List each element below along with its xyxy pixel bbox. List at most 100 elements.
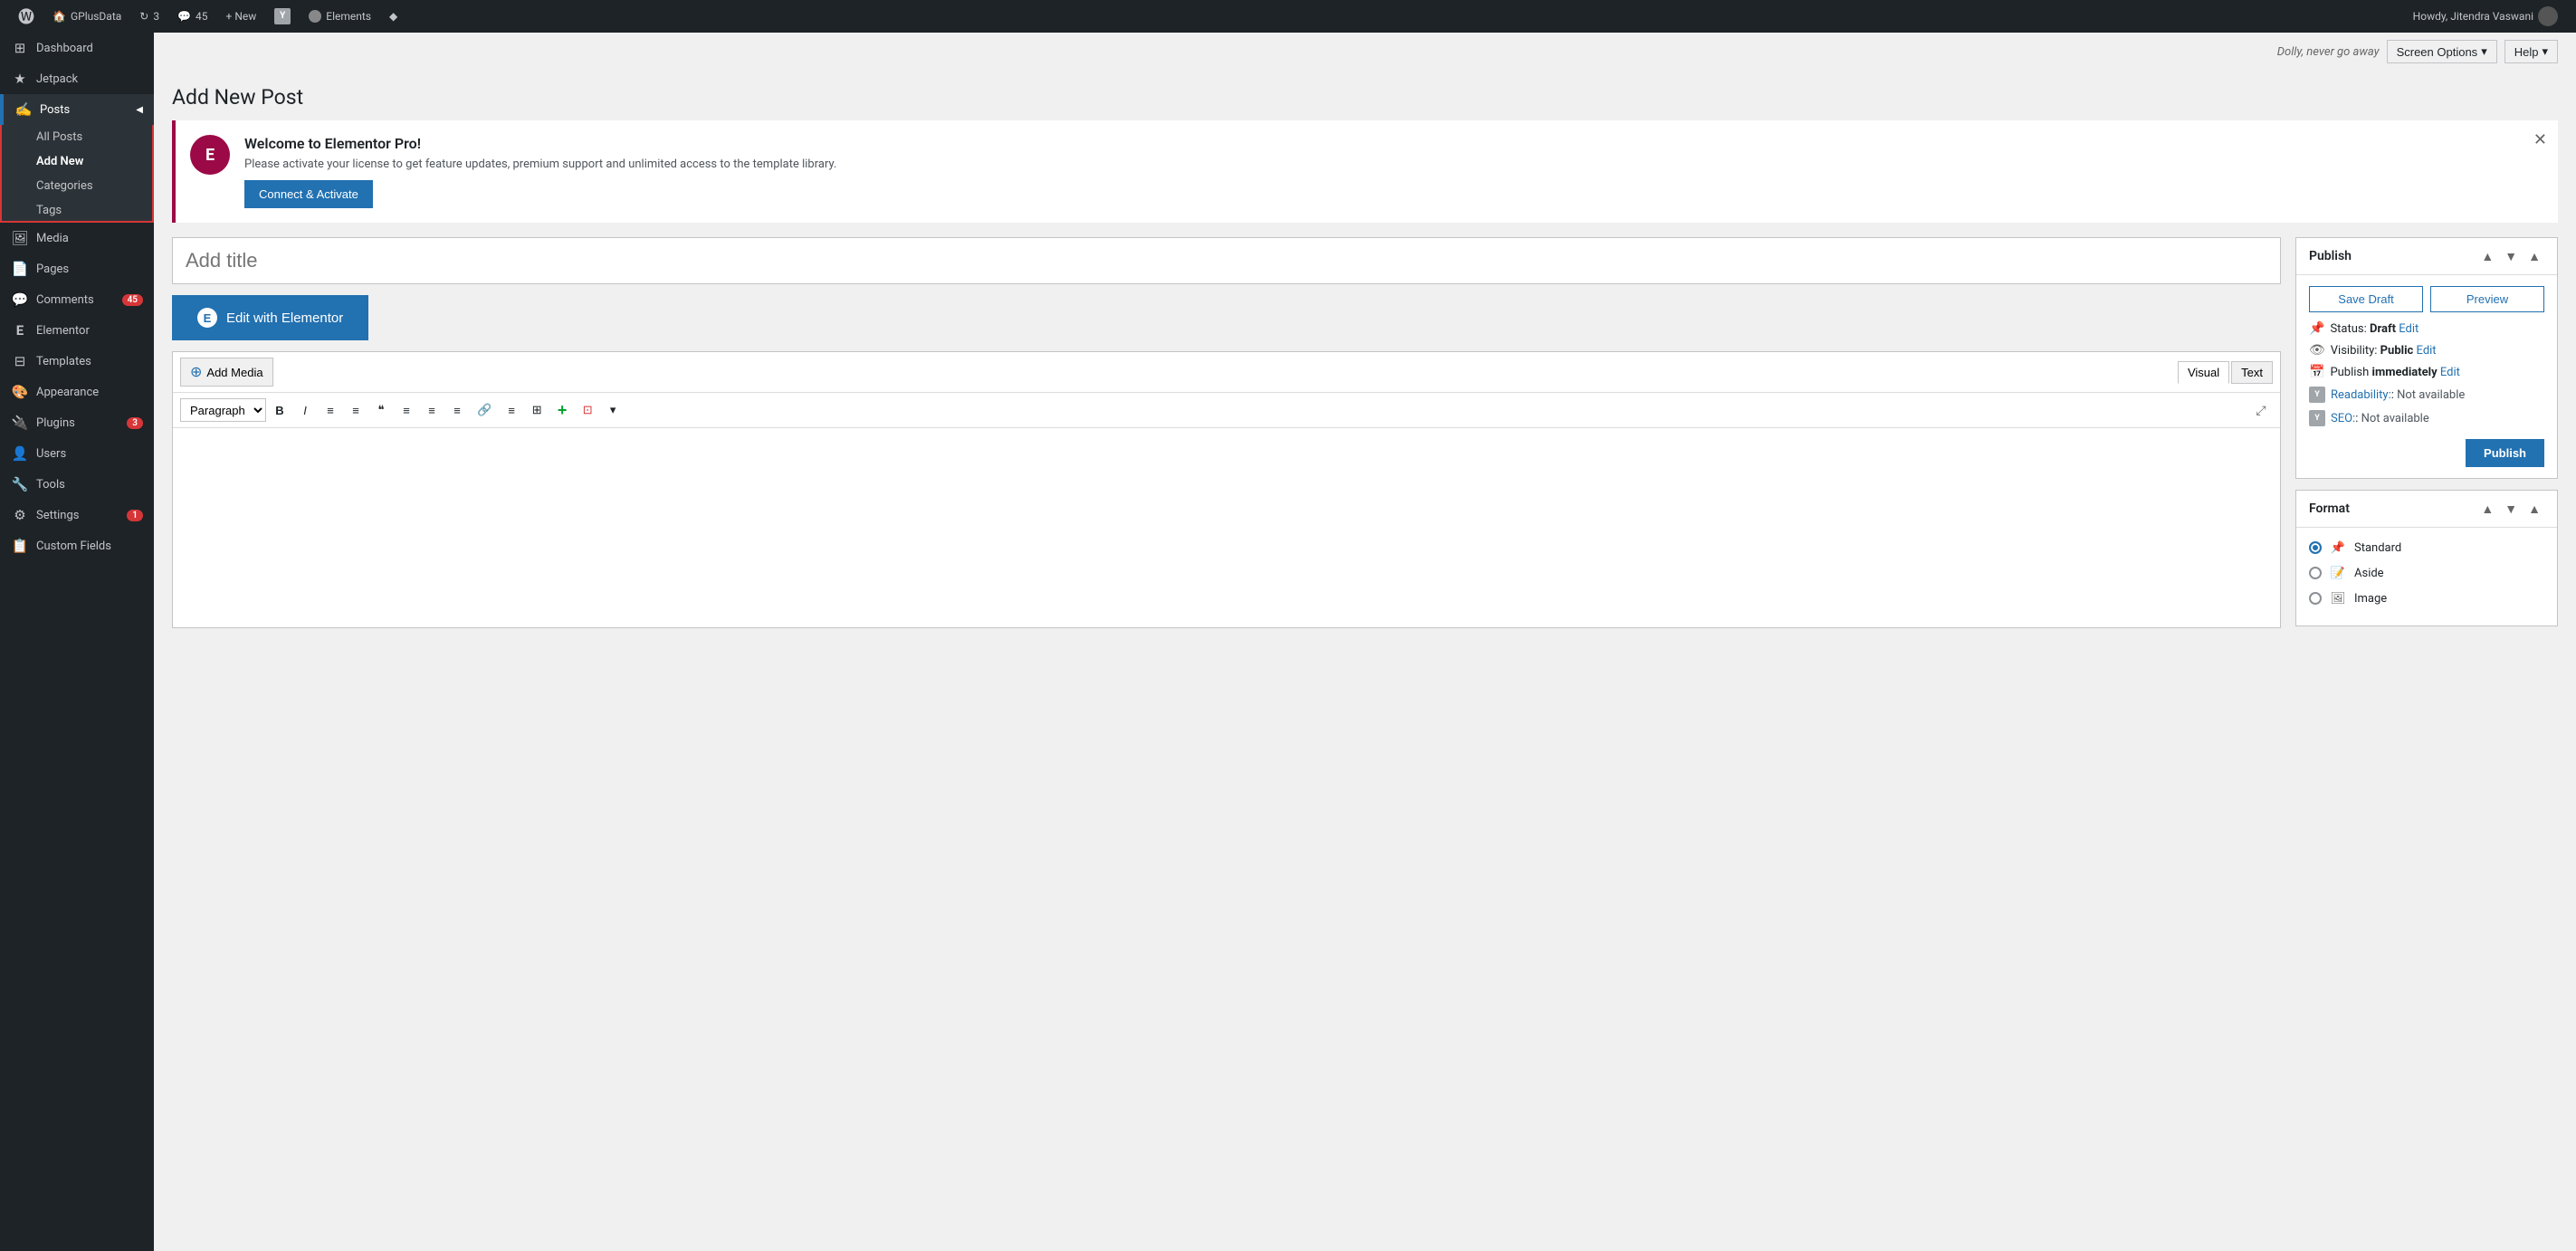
sidebar-item-templates[interactable]: ⊟ Templates bbox=[0, 346, 154, 377]
italic-button[interactable]: I bbox=[293, 398, 317, 422]
elementor-btn-icon: E bbox=[197, 308, 217, 328]
sidebar-item-media[interactable]: 🖼 Media bbox=[0, 223, 154, 253]
editor-body[interactable] bbox=[173, 428, 2280, 627]
sidebar-item-appearance[interactable]: 🎨 Appearance bbox=[0, 377, 154, 407]
ordered-list-button[interactable]: ≡ bbox=[344, 398, 367, 422]
blockquote-button[interactable]: ❝ bbox=[369, 398, 393, 422]
bold-button[interactable]: B bbox=[268, 398, 291, 422]
sidebar-item-elementor[interactable]: E Elementor bbox=[0, 315, 154, 346]
preview-button[interactable]: Preview bbox=[2430, 286, 2544, 312]
format-radio-standard[interactable] bbox=[2309, 541, 2322, 554]
more-options-button[interactable]: ▾ bbox=[601, 398, 625, 422]
categories-label: Categories bbox=[36, 179, 93, 193]
main-wrap: ⊞ Dashboard ★ Jetpack ✍ Posts ◀ All Post… bbox=[0, 33, 2576, 1251]
align-center-button[interactable]: ≡ bbox=[420, 398, 444, 422]
sidebar-item-categories[interactable]: Categories bbox=[0, 174, 154, 198]
fullscreen-button[interactable]: ⤢ bbox=[2249, 398, 2273, 422]
post-title-input[interactable] bbox=[172, 237, 2281, 284]
sidebar-item-tags[interactable]: Tags bbox=[0, 198, 154, 223]
format-option-aside[interactable]: 📝 Aside bbox=[2309, 564, 2544, 582]
user-greeting[interactable]: Howdy, Jitendra Vaswani bbox=[2406, 0, 2565, 33]
comments-button[interactable]: 💬 45 bbox=[170, 0, 215, 33]
publish-panel-collapse-up[interactable]: ▲ bbox=[2477, 247, 2497, 265]
wp-logo-button[interactable]: 🅦 bbox=[11, 0, 42, 33]
new-content-button[interactable]: + New bbox=[219, 0, 264, 33]
format-radio-image[interactable] bbox=[2309, 592, 2322, 605]
edit-elementor-label: Edit with Elementor bbox=[226, 310, 343, 326]
format-panel-close[interactable]: ▲ bbox=[2524, 500, 2544, 518]
publish-button[interactable]: Publish bbox=[2466, 439, 2544, 467]
format-option-standard[interactable]: 📌 Standard bbox=[2309, 539, 2544, 557]
help-chevron-icon: ▾ bbox=[2542, 44, 2548, 59]
format-button[interactable]: ⊡ bbox=[576, 398, 599, 422]
sidebar-item-pages[interactable]: 📄 Pages bbox=[0, 253, 154, 284]
site-name-button[interactable]: 🏠 GPlusData bbox=[45, 0, 129, 33]
page-body: Add New Post E Welcome to Elementor Pro!… bbox=[154, 71, 2576, 652]
user-greeting-text: Howdy, Jitendra Vaswani bbox=[2413, 10, 2533, 23]
home-icon: 🏠 bbox=[52, 10, 66, 23]
sidebar-item-tools[interactable]: 🔧 Tools bbox=[0, 469, 154, 500]
align-left-button[interactable]: ≡ bbox=[395, 398, 418, 422]
screen-options-label: Screen Options bbox=[2397, 45, 2478, 59]
publish-time-edit-link[interactable]: Edit bbox=[2440, 366, 2460, 379]
sidebar-item-custom-fields[interactable]: 📋 Custom Fields bbox=[0, 530, 154, 561]
notice-close-button[interactable]: ✕ bbox=[2533, 131, 2547, 148]
sidebar-item-add-new[interactable]: Add New bbox=[0, 149, 154, 174]
diamond-icon: ◆ bbox=[389, 10, 397, 23]
format-select[interactable]: Paragraph bbox=[180, 398, 266, 422]
sidebar-item-all-posts[interactable]: All Posts bbox=[0, 125, 154, 149]
settings-badge: 1 bbox=[127, 510, 143, 521]
editor-main: E Edit with Elementor ⊕ Add Media bbox=[172, 237, 2281, 628]
notice-message: Please activate your license to get feat… bbox=[244, 158, 836, 171]
seo-link[interactable]: SEO: bbox=[2331, 412, 2355, 425]
plugins-icon: 🔌 bbox=[11, 415, 29, 431]
publish-panel-collapse-down[interactable]: ▼ bbox=[2501, 247, 2521, 265]
revisions-button[interactable]: ↻ 3 bbox=[132, 0, 167, 33]
revisions-count: 3 bbox=[153, 10, 159, 23]
save-draft-button[interactable]: Save Draft bbox=[2309, 286, 2423, 312]
table-button[interactable]: ⊞ bbox=[525, 398, 549, 422]
yoast-icon: Y bbox=[274, 8, 291, 24]
posts-icon: ✍ bbox=[14, 101, 33, 118]
comments-nav-icon: 💬 bbox=[11, 291, 29, 308]
status-icon: 📌 bbox=[2309, 321, 2324, 336]
tab-visual[interactable]: Visual bbox=[2178, 361, 2229, 384]
status-row: 📌 Status: Draft Edit bbox=[2309, 321, 2544, 336]
yoast-icon-button[interactable]: Y bbox=[267, 0, 298, 33]
publish-panel-close[interactable]: ▲ bbox=[2524, 247, 2544, 265]
link-button[interactable]: 🔗 bbox=[471, 398, 498, 422]
sidebar-item-settings[interactable]: ⚙ Settings 1 bbox=[0, 500, 154, 530]
help-button[interactable]: Help ▾ bbox=[2504, 40, 2558, 63]
unordered-list-button[interactable]: ≡ bbox=[319, 398, 342, 422]
status-edit-link[interactable]: Edit bbox=[2399, 322, 2419, 336]
format-panel-collapse-down[interactable]: ▼ bbox=[2501, 500, 2521, 518]
site-name-label: GPlusData bbox=[71, 10, 121, 23]
add-button[interactable]: + bbox=[550, 398, 574, 422]
format-option-image[interactable]: 🖼 Image bbox=[2309, 589, 2544, 607]
sidebar-item-posts[interactable]: ✍ Posts ◀ bbox=[0, 94, 154, 125]
user-avatar bbox=[2538, 6, 2558, 26]
sidebar-item-dashboard[interactable]: ⊞ Dashboard bbox=[0, 33, 154, 63]
media-toolbar: ⊕ Add Media Visual Text bbox=[173, 352, 2280, 393]
sidebar-item-comments[interactable]: 💬 Comments 45 bbox=[0, 284, 154, 315]
screen-options-button[interactable]: Screen Options ▾ bbox=[2387, 40, 2497, 63]
format-panel-collapse-up[interactable]: ▲ bbox=[2477, 500, 2497, 518]
elementor-button[interactable]: Elements bbox=[301, 0, 378, 33]
sidebar-item-jetpack[interactable]: ★ Jetpack bbox=[0, 63, 154, 94]
readability-link[interactable]: Readability: bbox=[2331, 388, 2391, 402]
visibility-edit-link[interactable]: Edit bbox=[2417, 344, 2437, 358]
custom-fields-label: Custom Fields bbox=[36, 540, 111, 553]
connect-activate-button[interactable]: Connect & Activate bbox=[244, 180, 373, 208]
diamondicon-button[interactable]: ◆ bbox=[382, 0, 405, 33]
sidebar-item-plugins[interactable]: 🔌 Plugins 3 bbox=[0, 407, 154, 438]
sidebar-item-users[interactable]: 👤 Users bbox=[0, 438, 154, 469]
help-label: Help bbox=[2514, 45, 2539, 59]
tab-text[interactable]: Text bbox=[2231, 361, 2273, 384]
more-button[interactable]: ≡ bbox=[500, 398, 523, 422]
format-radio-aside[interactable] bbox=[2309, 567, 2322, 579]
align-right-button[interactable]: ≡ bbox=[445, 398, 469, 422]
tab-visual-label: Visual bbox=[2188, 366, 2219, 379]
add-media-button[interactable]: ⊕ Add Media bbox=[180, 358, 273, 387]
status-label: Status: Draft Edit bbox=[2330, 322, 2419, 336]
edit-with-elementor-button[interactable]: E Edit with Elementor bbox=[172, 295, 368, 340]
